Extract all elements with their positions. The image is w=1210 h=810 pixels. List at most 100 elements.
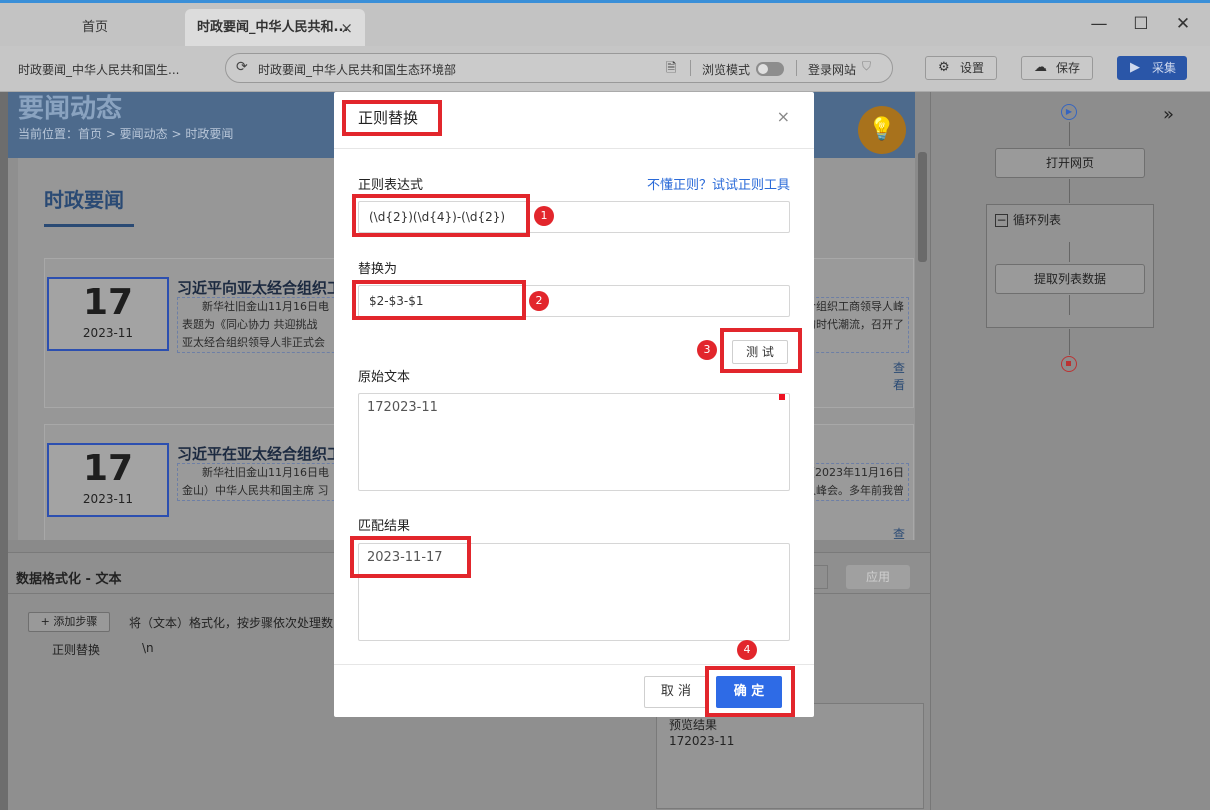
news-summary-line: 新华社旧金山11月16日电 bbox=[202, 300, 329, 313]
save-button[interactable]: ☁ 保存 bbox=[1021, 56, 1093, 80]
preview-box: 预览结果 172023-11 bbox=[656, 703, 924, 809]
news-summary-line: 人峰会。多年前我曾 bbox=[805, 484, 904, 497]
browse-mode-toggle[interactable] bbox=[756, 62, 784, 76]
loop-label: 循环列表 bbox=[1013, 213, 1062, 227]
highlight-replace-input bbox=[352, 280, 526, 320]
news-summary-line: 的时代潮流，召开了 bbox=[805, 318, 904, 331]
url-divider bbox=[690, 60, 691, 76]
url-box[interactable]: ⟳ 时政要闻_中华人民共和国生态环境部 🗎 浏览模式 登录网站 ⛉ bbox=[225, 53, 893, 83]
flow-node-open-page[interactable]: 打开网页 bbox=[995, 148, 1145, 178]
highlight-regex-input bbox=[352, 194, 530, 237]
apply-button[interactable]: 应用 bbox=[846, 565, 910, 589]
view-more-link[interactable]: 查看 bbox=[893, 359, 913, 393]
original-text-label: 原始文本 bbox=[358, 370, 411, 385]
news-title[interactable]: 习近平在亚太经合组织工 bbox=[177, 443, 342, 464]
section-title: 时政要闻 bbox=[44, 188, 124, 212]
news-day: 17 bbox=[82, 282, 134, 323]
highlight-match-result bbox=[350, 536, 471, 578]
flow-connector bbox=[1069, 122, 1070, 146]
preview-label: 预览结果 bbox=[669, 718, 718, 732]
workflow-panel: » ▶ 打开网页 − 循环列表 提取列表数据 bbox=[930, 92, 1210, 810]
minimize-icon[interactable]: — bbox=[1086, 11, 1112, 37]
divider bbox=[334, 148, 814, 149]
regex-tool-link[interactable]: 不懂正则？试试正则工具 bbox=[647, 174, 790, 193]
section-underline bbox=[44, 224, 134, 227]
step-value: \n bbox=[142, 641, 154, 655]
page-vertical-scrollbar[interactable] bbox=[915, 92, 930, 552]
news-title[interactable]: 习近平向亚太经合组织工 bbox=[177, 277, 342, 298]
news-summary-line: 表题为《同心协力 共迎挑战 bbox=[182, 318, 318, 331]
title-bar: 首页 时政要闻_中华人民共和... × — ☐ ✕ bbox=[0, 0, 1210, 49]
original-text-value: 172023-11 bbox=[367, 400, 438, 415]
news-summary-line: 亚太经合组织领导人非正式会 bbox=[182, 336, 325, 349]
collect-label: 采集 bbox=[1152, 61, 1177, 75]
regex-label: 正则表达式 bbox=[358, 178, 424, 193]
tab-close-icon[interactable]: × bbox=[340, 9, 353, 47]
refresh-icon[interactable]: ⟳ bbox=[236, 59, 248, 75]
breadcrumb: 当前位置：首页 > 要闻动态 > 时政要闻 bbox=[18, 127, 234, 141]
address-bar: 时政要闻_中华人民共和国生... ⟳ 时政要闻_中华人民共和国生态环境部 🗎 浏… bbox=[0, 46, 1210, 92]
url-divider bbox=[796, 60, 797, 76]
highlight-dialog-title bbox=[342, 100, 442, 136]
tab-current-label: 时政要闻_中华人民共和... bbox=[197, 20, 349, 35]
collapse-icon[interactable]: − bbox=[995, 214, 1008, 227]
step-badge-3: 3 bbox=[697, 340, 717, 360]
shield-icon: ⛉ bbox=[862, 59, 872, 73]
banner-heading: 要闻动态 bbox=[18, 94, 123, 124]
highlight-test-button bbox=[720, 328, 802, 373]
news-date: 17 2023-11 bbox=[47, 443, 169, 517]
login-site-link[interactable]: 登录网站 bbox=[808, 61, 856, 78]
maximize-icon[interactable]: ☐ bbox=[1128, 11, 1154, 37]
flow-connector bbox=[1069, 329, 1070, 355]
play-icon: ▶ bbox=[1130, 60, 1140, 75]
lightbulb-icon[interactable]: 💡 bbox=[858, 106, 906, 154]
window-close-icon[interactable]: ✕ bbox=[1170, 11, 1196, 37]
browse-mode-label: 浏览模式 bbox=[702, 63, 751, 77]
news-day: 17 bbox=[82, 448, 134, 489]
settings-button[interactable]: ⚙ 设置 bbox=[925, 56, 997, 80]
tab-home-label: 首页 bbox=[81, 20, 108, 35]
flow-node-extract-list[interactable]: 提取列表数据 bbox=[995, 264, 1145, 294]
flow-connector bbox=[1069, 242, 1070, 262]
news-year-month: 2023-11 bbox=[82, 326, 134, 340]
replace-label: 替换为 bbox=[358, 262, 398, 277]
step-badge-1: 1 bbox=[534, 206, 554, 226]
collect-button[interactable]: ▶ 采集 bbox=[1117, 56, 1187, 80]
document-icon[interactable]: 🗎 bbox=[666, 59, 676, 81]
step-badge-4: 4 bbox=[737, 640, 757, 660]
divider bbox=[334, 664, 814, 665]
format-panel-title: 数据格式化 - 文本 bbox=[16, 572, 122, 587]
flow-connector bbox=[1069, 295, 1070, 315]
news-summary-line: 新华社旧金山11月16日电 bbox=[202, 466, 329, 479]
news-date: 17 2023-11 bbox=[47, 277, 169, 351]
news-summary-line: 金山）中华人民共和国主席 习 bbox=[182, 484, 329, 497]
gear-icon: ⚙ bbox=[938, 60, 950, 75]
flow-start-icon: ▶ bbox=[1061, 104, 1077, 120]
close-icon[interactable]: × bbox=[777, 107, 790, 126]
regex-replace-dialog: 正则替换 × 正则表达式 不懂正则？试试正则工具 (\d{2})(\d{4})-… bbox=[334, 92, 814, 717]
page-title-short: 时政要闻_中华人民共和国生... bbox=[18, 63, 180, 77]
cloud-save-icon: ☁ bbox=[1034, 60, 1047, 75]
tab-home[interactable]: 首页 bbox=[20, 9, 170, 49]
highlight-confirm-button bbox=[705, 666, 795, 717]
required-marker bbox=[779, 394, 785, 400]
flow-end-icon bbox=[1061, 356, 1077, 372]
settings-label: 设置 bbox=[960, 61, 985, 75]
original-text-area[interactable]: 172023-11 bbox=[358, 393, 790, 491]
flow-connector bbox=[1069, 179, 1070, 203]
step-name[interactable]: 正则替换 bbox=[52, 641, 100, 658]
cancel-button[interactable]: 取 消 bbox=[644, 676, 708, 708]
preview-value: 172023-11 bbox=[669, 734, 735, 748]
tab-current-page[interactable]: 时政要闻_中华人民共和... × bbox=[185, 9, 365, 49]
add-step-button[interactable]: + 添加步骤 bbox=[28, 612, 110, 632]
news-summary-line: 合组织工商领导人峰 bbox=[805, 300, 904, 313]
step-badge-2: 2 bbox=[529, 291, 549, 311]
match-result-label: 匹配结果 bbox=[358, 519, 411, 534]
format-description: 将（文本）格式化，按步骤依次处理数 bbox=[129, 616, 334, 630]
save-label: 保存 bbox=[1056, 61, 1081, 75]
loop-header: − 循环列表 bbox=[995, 211, 1061, 228]
news-year-month: 2023-11 bbox=[82, 492, 134, 506]
scrollbar-thumb[interactable] bbox=[918, 152, 927, 262]
url-text: 时政要闻_中华人民共和国生态环境部 bbox=[258, 63, 457, 77]
expand-panel-icon[interactable]: » bbox=[1163, 104, 1174, 125]
